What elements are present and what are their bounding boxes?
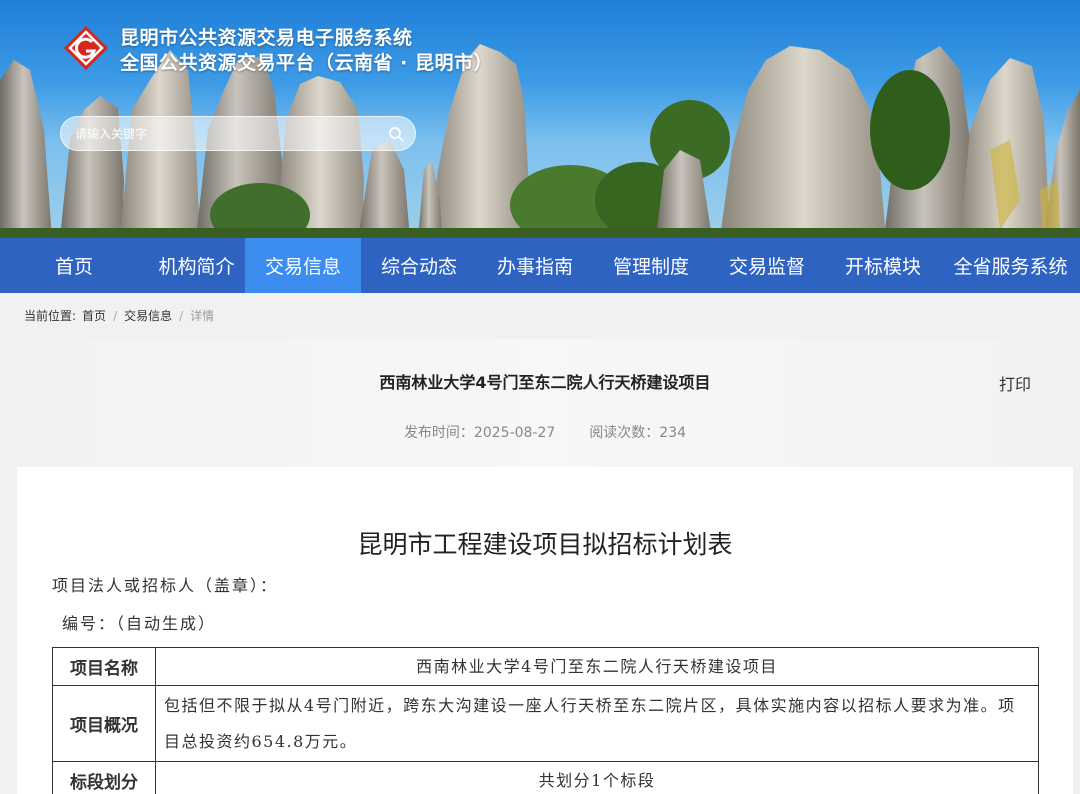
tenderer-line: 项目法人或招标人（盖章）：: [52, 576, 279, 595]
table-key: 项目名称: [52, 647, 156, 686]
breadcrumb-home[interactable]: 首页: [82, 307, 106, 324]
table-value: 西南林业大学4号门至东二院人行天桥建设项目: [155, 647, 1039, 686]
nav-item-province-service[interactable]: 全省服务系统: [941, 238, 1080, 293]
read-count: 阅读次数：234: [589, 425, 687, 441]
print-button[interactable]: 打印: [999, 371, 1031, 395]
breadcrumb-separator: /: [113, 308, 118, 323]
search-box: [60, 116, 416, 151]
breadcrumb-prefix: 当前位置:: [24, 309, 77, 323]
search-input[interactable]: [75, 117, 375, 150]
article-header: 西南林业大学4号门至东二院人行天桥建设项目 打印 发布时间：2025-08-27…: [17, 339, 1073, 467]
header-banner: 昆明市公共资源交易电子服务系统 全国公共资源交易平台（云南省 · 昆明市）: [0, 0, 1080, 238]
table-key: 标段划分: [52, 761, 156, 794]
breadcrumb-current: 详情: [190, 309, 215, 323]
article-meta: 发布时间：2025-08-27 阅读次数：234: [17, 422, 1073, 442]
document-title: 昆明市工程建设项目拟招标计划表: [357, 530, 733, 559]
site-title-line2: 全国公共资源交易平台（云南省 · 昆明市）: [120, 52, 493, 74]
nav-item-supervision[interactable]: 交易监督: [709, 238, 825, 293]
breadcrumb-separator: /: [179, 308, 184, 323]
number-line: 编号：（自动生成）: [62, 614, 217, 633]
nav-item-home[interactable]: 首页: [0, 238, 148, 293]
table-row: 项目名称 西南林业大学4号门至东二院人行天桥建设项目: [52, 647, 1039, 686]
platform-logo-icon: [64, 26, 108, 70]
nav-item-trade-info[interactable]: 交易信息: [245, 238, 361, 293]
nav-item-guide[interactable]: 办事指南: [477, 238, 593, 293]
table-value: 包括但不限于拟从4号门附近，跨东大沟建设一座人行天桥至东二院片区，具体实施内容以…: [155, 685, 1039, 762]
publish-time: 发布时间：2025-08-27: [403, 425, 556, 441]
article-title: 西南林业大学4号门至东二院人行天桥建设项目: [379, 373, 711, 392]
table-row: 标段划分 共划分1个标段: [52, 761, 1039, 794]
search-icon[interactable]: [387, 125, 405, 143]
nav-item-news[interactable]: 综合动态: [361, 238, 477, 293]
table-value: 共划分1个标段: [155, 761, 1039, 794]
article-card: 西南林业大学4号门至东二院人行天桥建设项目 打印 发布时间：2025-08-27…: [17, 339, 1073, 794]
project-info-table: 项目名称 西南林业大学4号门至东二院人行天桥建设项目 项目概况 包括但不限于拟从…: [52, 647, 1039, 794]
breadcrumb-trade-info[interactable]: 交易信息: [124, 307, 172, 324]
site-title: 昆明市公共资源交易电子服务系统 全国公共资源交易平台（云南省 · 昆明市）: [120, 26, 493, 76]
table-key: 项目概况: [52, 685, 156, 762]
site-title-line1: 昆明市公共资源交易电子服务系统: [120, 27, 413, 49]
table-row: 项目概况 包括但不限于拟从4号门附近，跨东大沟建设一座人行天桥至东二院片区，具体…: [52, 685, 1039, 762]
nav-item-about[interactable]: 机构简介: [148, 238, 245, 293]
nav-item-rules[interactable]: 管理制度: [593, 238, 709, 293]
main-nav: 首页 机构简介 交易信息 综合动态 办事指南 管理制度 交易监督 开标模块 全省…: [0, 238, 1080, 293]
breadcrumb: 当前位置: 首页 / 交易信息 / 详情: [24, 307, 214, 324]
nav-item-bid-opening[interactable]: 开标模块: [825, 238, 941, 293]
